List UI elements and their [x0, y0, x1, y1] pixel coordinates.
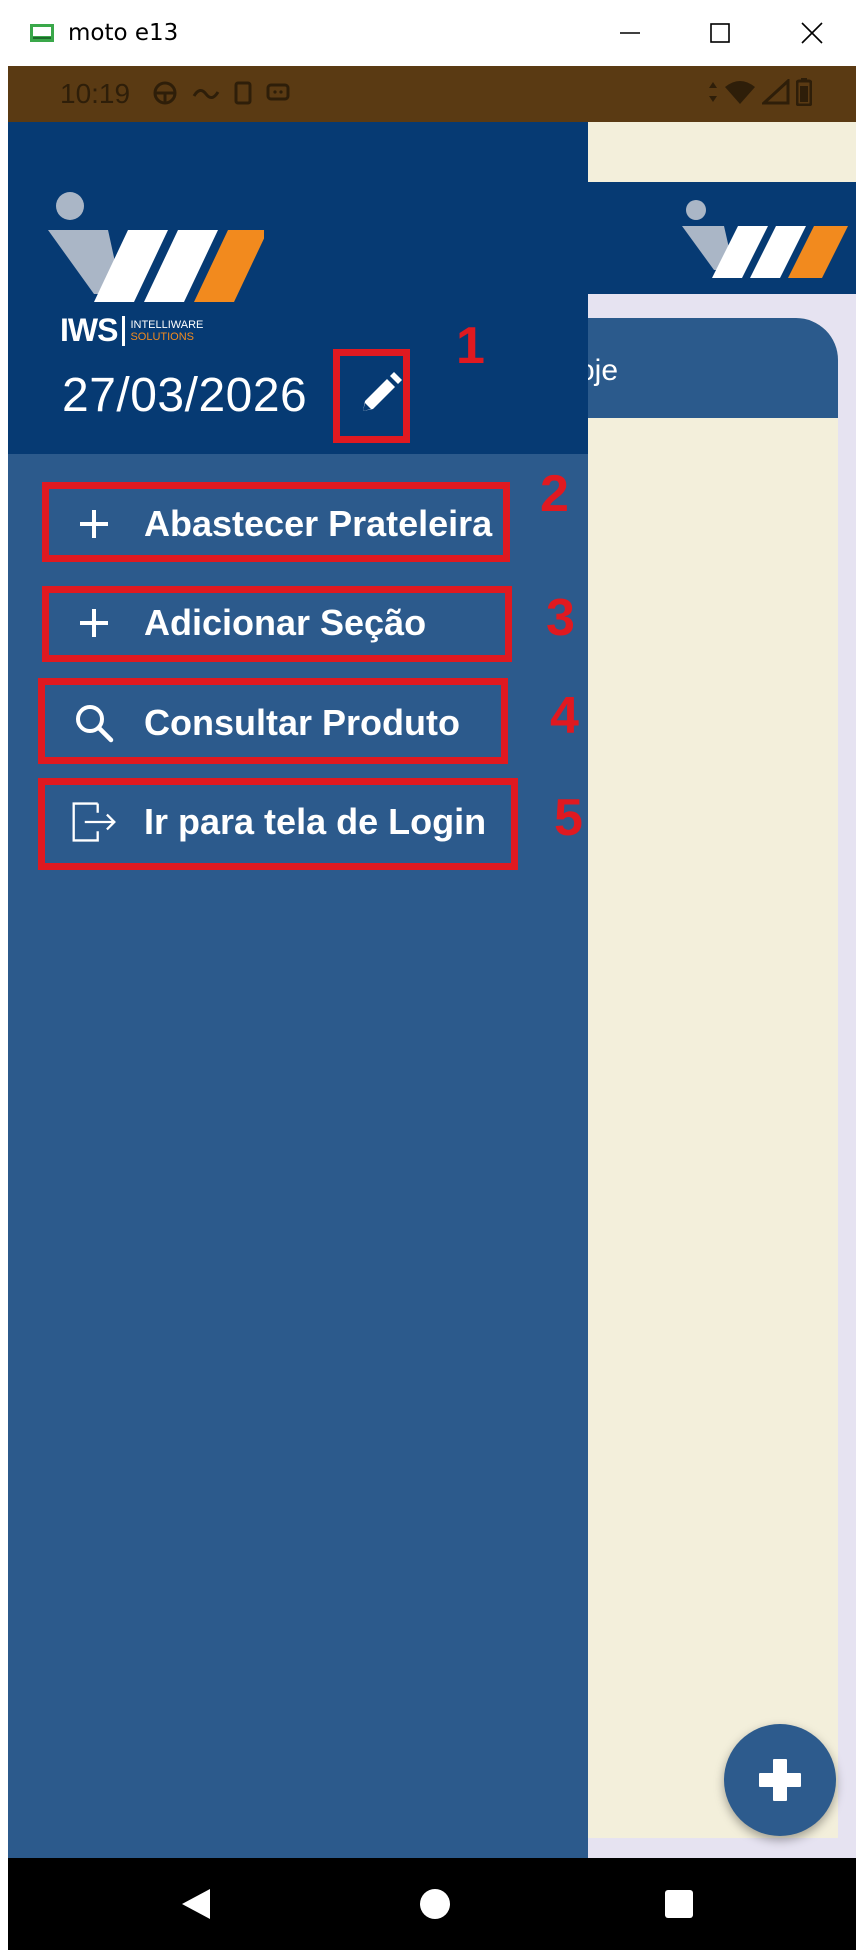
maximize-button[interactable]	[690, 8, 750, 58]
annotation-number-4: 4	[550, 687, 579, 745]
minimize-button[interactable]	[600, 8, 660, 58]
annotation-number-2: 2	[540, 465, 569, 523]
back-triangle-icon	[182, 1889, 210, 1919]
wifi-icon	[725, 81, 755, 104]
android-status-bar: 10:19	[8, 66, 856, 122]
annotation-number-5: 5	[554, 789, 583, 847]
iws-logo-mark	[48, 192, 268, 302]
maximize-icon	[710, 23, 730, 43]
window-titlebar: moto e13	[0, 0, 856, 66]
close-icon	[801, 22, 823, 44]
window-title: moto e13	[68, 20, 179, 46]
signal-text-icon	[192, 89, 220, 99]
annotation-box-3	[42, 586, 512, 662]
annotation-number-1: 1	[456, 317, 485, 375]
battery-icon	[796, 78, 812, 106]
plus-icon	[759, 1759, 801, 1801]
drawer-date: 27/03/2026	[62, 369, 308, 422]
home-circle-icon	[420, 1889, 450, 1919]
iws-logo-appbar	[682, 200, 848, 278]
android-app-icon	[30, 24, 54, 42]
annotation-number-3: 3	[546, 589, 575, 647]
logo-tagline: INTELLIWARE SOLUTIONS	[130, 319, 203, 343]
close-button[interactable]	[782, 8, 842, 58]
logo-line2: SOLUTIONS	[130, 330, 195, 343]
back-button[interactable]	[151, 1858, 241, 1950]
data-arrows-icon	[709, 82, 717, 102]
message-icon	[266, 83, 290, 101]
logo-divider	[122, 315, 126, 346]
minimize-icon	[620, 32, 640, 34]
status-left-icons	[152, 80, 290, 106]
drawer-header: IWS INTELLIWARE SOLUTIONS 27/03/2026	[8, 122, 588, 454]
recents-button[interactable]	[634, 1858, 724, 1950]
logo-line1: INTELLIWARE	[130, 318, 204, 331]
status-right-icons	[708, 78, 812, 106]
annotation-box-4	[38, 678, 508, 764]
annotation-box-2	[42, 482, 510, 562]
android-nav-bar	[8, 1858, 856, 1950]
annotation-box-5	[38, 778, 518, 870]
status-time: 10:19	[60, 78, 131, 109]
home-button[interactable]	[390, 1858, 480, 1950]
navigation-drawer: IWS INTELLIWARE SOLUTIONS 27/03/2026 Aba…	[8, 122, 588, 1858]
logo-brand: IWS	[60, 312, 118, 348]
annotation-box-1	[333, 349, 410, 443]
sim-icon	[234, 81, 252, 105]
iws-logo: IWS INTELLIWARE SOLUTIONS	[44, 178, 268, 398]
add-fab-button[interactable]	[724, 1724, 836, 1836]
cellular-icon	[762, 79, 790, 105]
recents-square-icon	[665, 1890, 693, 1918]
steering-wheel-icon	[153, 81, 177, 105]
